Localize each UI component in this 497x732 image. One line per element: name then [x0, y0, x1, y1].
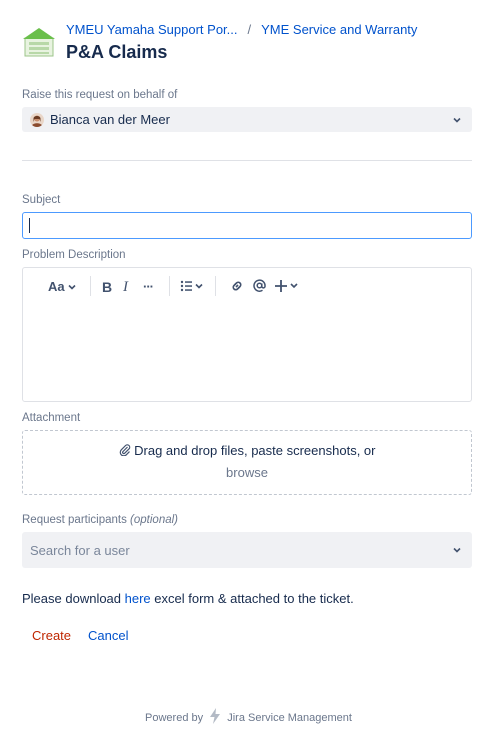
- text-caret: [29, 218, 30, 233]
- breadcrumb-separator: /: [247, 22, 252, 37]
- note-text-after: excel form & attached to the ticket.: [150, 591, 354, 606]
- toolbar-divider: [90, 276, 91, 296]
- powered-by-text: Powered by: [145, 712, 204, 724]
- chevron-down-icon: [68, 284, 76, 290]
- breadcrumb: YMEU Yamaha Support Por... / YME Service a…: [66, 22, 417, 37]
- optional-hint: (optional): [130, 514, 178, 526]
- attachment-dropzone[interactable]: Drag and drop files, paste screenshots, …: [22, 430, 472, 495]
- more-formatting-button[interactable]: ···: [143, 279, 154, 294]
- link-button[interactable]: [230, 279, 244, 293]
- text-style-label: Aa: [48, 279, 65, 294]
- breadcrumb-portal-link[interactable]: YMEU Yamaha Support Por...: [66, 22, 238, 37]
- participants-placeholder: Search for a user: [30, 542, 130, 558]
- breadcrumb-service-link[interactable]: YME Service and Warranty: [261, 22, 417, 37]
- product-name[interactable]: Jira Service Management: [227, 712, 352, 724]
- attachment-label: Attachment: [22, 412, 81, 424]
- note-text-before: Please download: [22, 591, 125, 606]
- chevron-down-icon: [453, 117, 461, 123]
- jira-service-management-logo-icon: [210, 708, 221, 724]
- chevron-down-icon: [453, 547, 461, 553]
- participants-label: Request participants (optional): [22, 514, 178, 526]
- bullet-list-icon: [180, 280, 203, 292]
- download-here-link[interactable]: here: [125, 591, 151, 606]
- participants-select[interactable]: Search for a user: [22, 532, 472, 568]
- description-label: Problem Description: [22, 249, 126, 261]
- create-button[interactable]: Create: [32, 628, 71, 643]
- page-title: P&A Claims: [66, 42, 168, 62]
- footer: Powered by Jira Service Management: [0, 708, 497, 724]
- portal-logo: [22, 26, 56, 58]
- list-button[interactable]: [180, 280, 204, 292]
- dropzone-text: Drag and drop files, paste screenshots, …: [134, 443, 376, 458]
- link-icon: [232, 281, 242, 291]
- at-mention-icon: [253, 279, 266, 292]
- subject-label: Subject: [22, 194, 61, 206]
- cancel-button[interactable]: Cancel: [88, 628, 128, 643]
- italic-button[interactable]: I: [123, 279, 128, 296]
- toolbar-divider: [215, 276, 216, 296]
- text-style-button[interactable]: Aa: [48, 279, 77, 294]
- bold-button[interactable]: B: [102, 279, 112, 295]
- toolbar-divider: [169, 276, 170, 296]
- mention-button[interactable]: [252, 278, 267, 293]
- insert-button[interactable]: [275, 279, 301, 293]
- avatar: [30, 112, 44, 127]
- section-divider: [22, 160, 472, 161]
- participants-label-text: Request participants: [22, 514, 127, 526]
- behalf-label: Raise this request on behalf of: [22, 89, 178, 101]
- behalf-value: Bianca van der Meer: [50, 112, 170, 127]
- behalf-select[interactable]: Bianca van der Meer: [22, 107, 472, 132]
- subject-input[interactable]: [22, 212, 472, 239]
- paperclip-icon: [119, 444, 130, 457]
- plus-icon: [275, 280, 298, 292]
- browse-link[interactable]: browse: [23, 465, 471, 480]
- description-editor[interactable]: Aa B I ···: [22, 267, 472, 402]
- download-note: Please download here excel form & attach…: [22, 591, 354, 606]
